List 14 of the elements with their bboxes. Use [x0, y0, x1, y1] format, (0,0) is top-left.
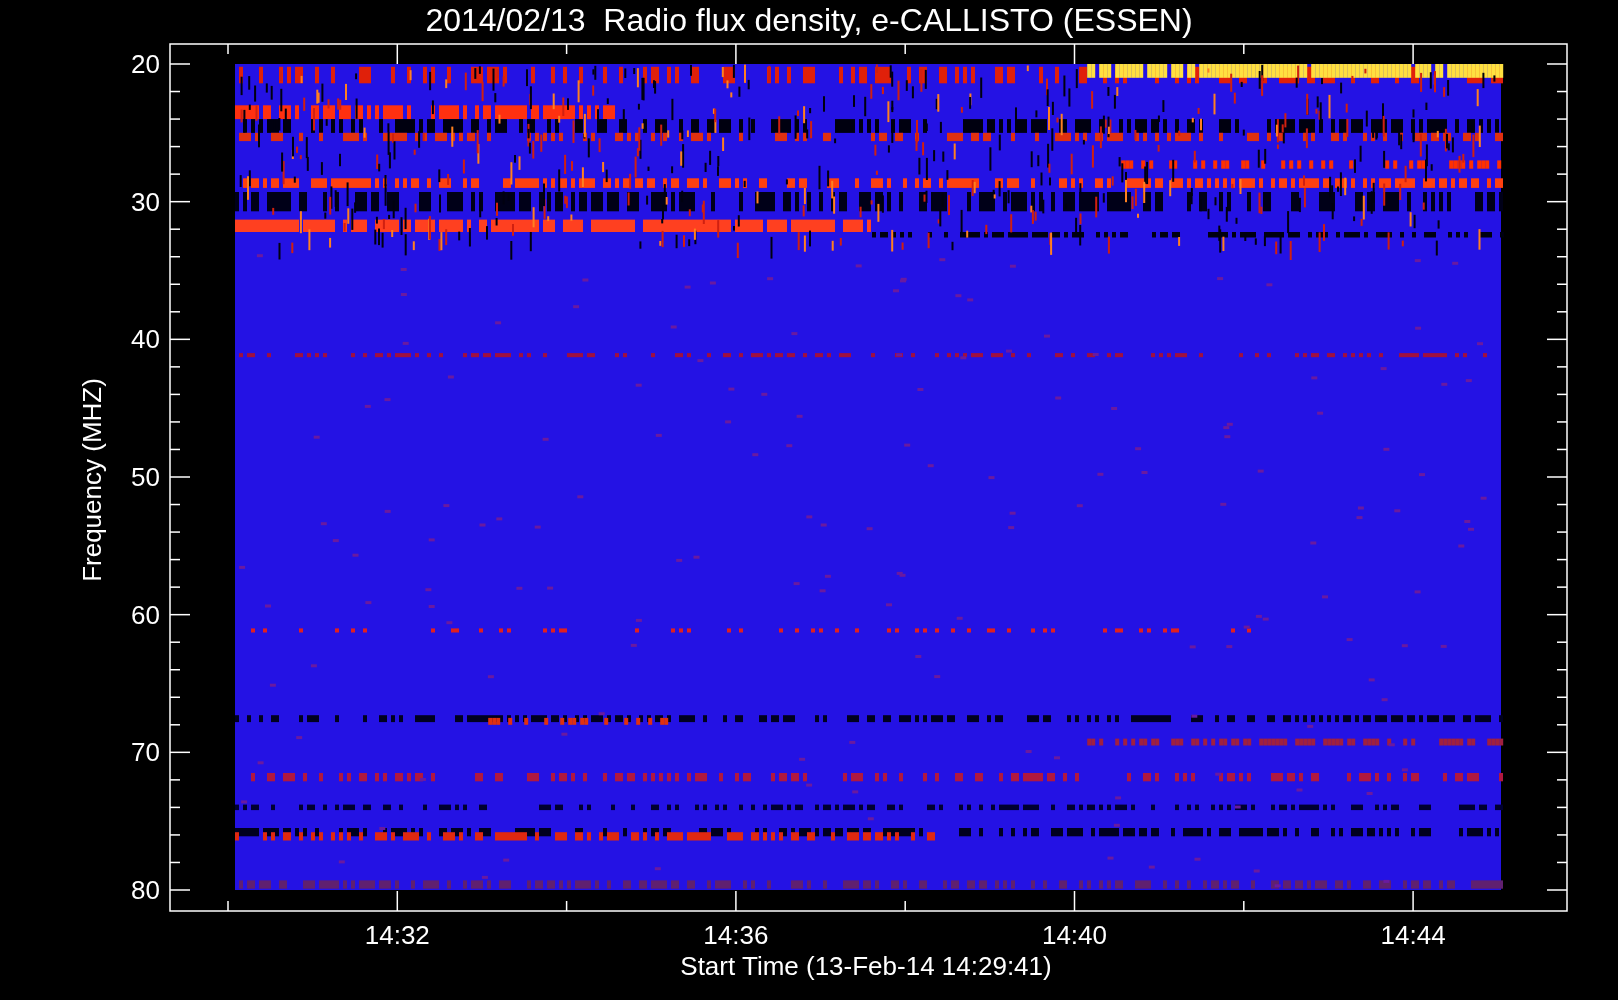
chart-title: 2014/02/13 Radio flux density, e-CALLISTO (ESSEN): [425, 2, 1193, 38]
x-tick-label: 14:40: [1041, 920, 1108, 950]
y-tick-label: 30: [131, 186, 160, 217]
y-tick-label: 60: [131, 599, 160, 630]
x-tick-label: 14:36: [703, 920, 769, 950]
x-tick-label: 14:44: [1380, 920, 1446, 950]
y-tick-label: 50: [131, 462, 160, 492]
x-axis-label: Start Time (13-Feb-14 14:29:41): [680, 951, 1052, 981]
x-tick-label: 14:32: [364, 920, 430, 950]
y-tick-label: 70: [131, 737, 160, 768]
y-axis-label: Frequency (MHZ): [77, 378, 107, 582]
y-tick-label: 80: [131, 875, 160, 905]
y-tick-label: 20: [131, 49, 160, 79]
y-tick-label: 40: [131, 324, 160, 355]
